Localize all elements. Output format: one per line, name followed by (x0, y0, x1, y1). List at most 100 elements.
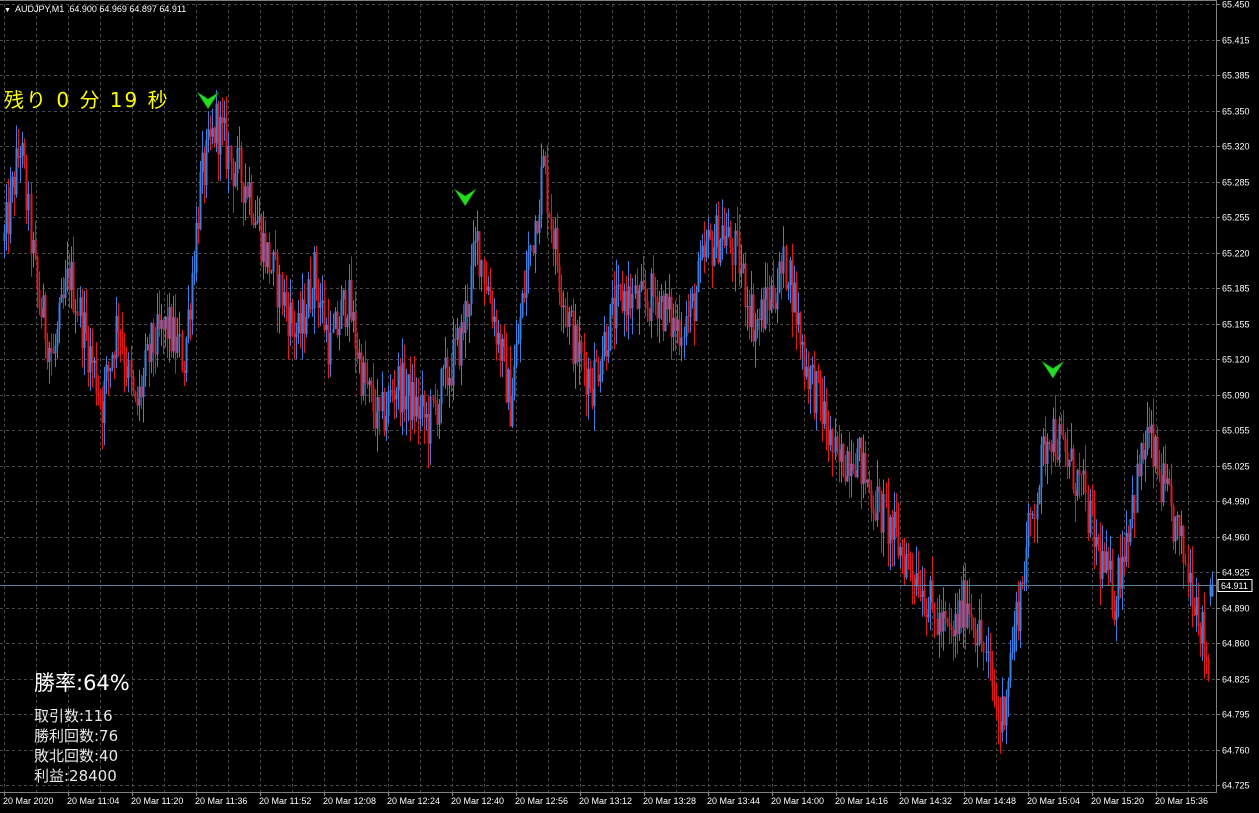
candle-body (554, 227, 557, 250)
candle-body (56, 329, 59, 346)
candle-body (585, 367, 588, 395)
candle-body (1105, 551, 1108, 573)
candle-body (60, 294, 63, 303)
time-axis-label: 20 Mar 14:00 (771, 796, 824, 806)
time-axis-label: 20 Mar 2020 (3, 796, 54, 806)
time-axis-label: 20 Mar 11:04 (67, 796, 119, 806)
candle-body (836, 436, 839, 450)
price-axis-label: 65.350 (1222, 107, 1250, 117)
price-axis-label: 65.385 (1222, 71, 1250, 81)
candle-body (91, 346, 94, 363)
candle-body (911, 569, 914, 579)
candle-body (168, 306, 171, 339)
candle-body (629, 286, 632, 309)
candle-body (601, 355, 604, 375)
candle-body (809, 367, 812, 390)
candle-body (717, 215, 720, 263)
candle-body (576, 325, 579, 363)
candle-body (27, 193, 30, 211)
candle-body (889, 517, 892, 544)
current-price-label: 64.911 (1221, 581, 1248, 591)
candle-body (721, 225, 724, 240)
trade-count: 取引数:116 (34, 707, 113, 725)
candle-body (1164, 463, 1167, 484)
candle-body (134, 391, 137, 399)
candle-body (52, 352, 55, 354)
candle-body (846, 451, 849, 482)
candle-body (189, 309, 192, 320)
candle-body (1025, 547, 1028, 582)
candle-body (1091, 500, 1094, 503)
candle-body (172, 317, 175, 352)
candle-body (823, 401, 826, 424)
candle-body (421, 394, 424, 407)
candle-body (1095, 536, 1098, 548)
candle-body (613, 297, 616, 329)
candle-body (223, 118, 226, 123)
candle-body (1074, 490, 1077, 497)
candle-body (1076, 470, 1079, 497)
candle-body (834, 436, 837, 454)
candle-body (1199, 626, 1202, 644)
candle-body (1082, 470, 1085, 475)
price-axis-label: 65.255 (1222, 213, 1250, 223)
candle-body (174, 317, 177, 353)
candle-body (815, 371, 818, 414)
candle-body (1154, 436, 1157, 467)
candle-body (536, 220, 539, 233)
candle-body (262, 233, 265, 262)
candle-body (254, 223, 257, 226)
candle-body (458, 328, 461, 366)
candle-body (1021, 582, 1024, 584)
candle-body (297, 313, 300, 334)
candle-body (1193, 607, 1196, 616)
candle-body (407, 374, 410, 396)
candle-body (609, 304, 612, 351)
candle-body (744, 263, 747, 308)
candle-body (383, 391, 386, 432)
candle-body (1162, 463, 1165, 503)
candle-body (85, 312, 88, 334)
candle-body (501, 338, 504, 361)
candle-body (962, 580, 965, 628)
candle-body (758, 318, 761, 321)
candle-body (327, 324, 330, 365)
price-chart[interactable]: 65.450 65.415 65.385 65.350 65.320 65.285 65.2… (0, 0, 1259, 813)
candle-body (434, 399, 437, 404)
candle-body (142, 376, 145, 398)
candle-body (307, 279, 310, 317)
candle-body (699, 257, 702, 261)
candle-body (191, 273, 194, 320)
candle-body (1156, 436, 1159, 469)
candle-body (103, 381, 106, 424)
candle-body (221, 116, 224, 123)
candle-body (1062, 434, 1065, 439)
candle-body (205, 139, 208, 186)
candle-body (556, 227, 559, 266)
candle-body (1099, 544, 1102, 580)
candle-body (711, 237, 714, 266)
time-axis-label: 20 Mar 15:36 (1155, 796, 1208, 806)
candle-body (21, 142, 24, 156)
profit: 利益:28400 (34, 767, 117, 785)
candle-body (199, 172, 202, 230)
candle-body (336, 311, 339, 336)
candle-body (313, 251, 316, 308)
candle-body (338, 328, 341, 336)
candle-body (360, 352, 363, 396)
candle-body (1148, 426, 1151, 433)
candle-body (1007, 681, 1010, 698)
price-axis-label: 65.155 (1222, 320, 1250, 330)
candle-body (125, 366, 128, 379)
candle-body (276, 255, 279, 308)
candle-body (672, 318, 675, 338)
dropdown-triangle-icon[interactable]: ▼ (4, 7, 11, 14)
candle-body (595, 360, 598, 362)
candle-body (452, 338, 455, 386)
candle-body (597, 361, 600, 382)
candle-body (1089, 500, 1092, 534)
candle-body (1005, 697, 1008, 726)
candle-body (648, 308, 651, 322)
candle-body (40, 308, 43, 318)
candle-body (509, 369, 512, 427)
